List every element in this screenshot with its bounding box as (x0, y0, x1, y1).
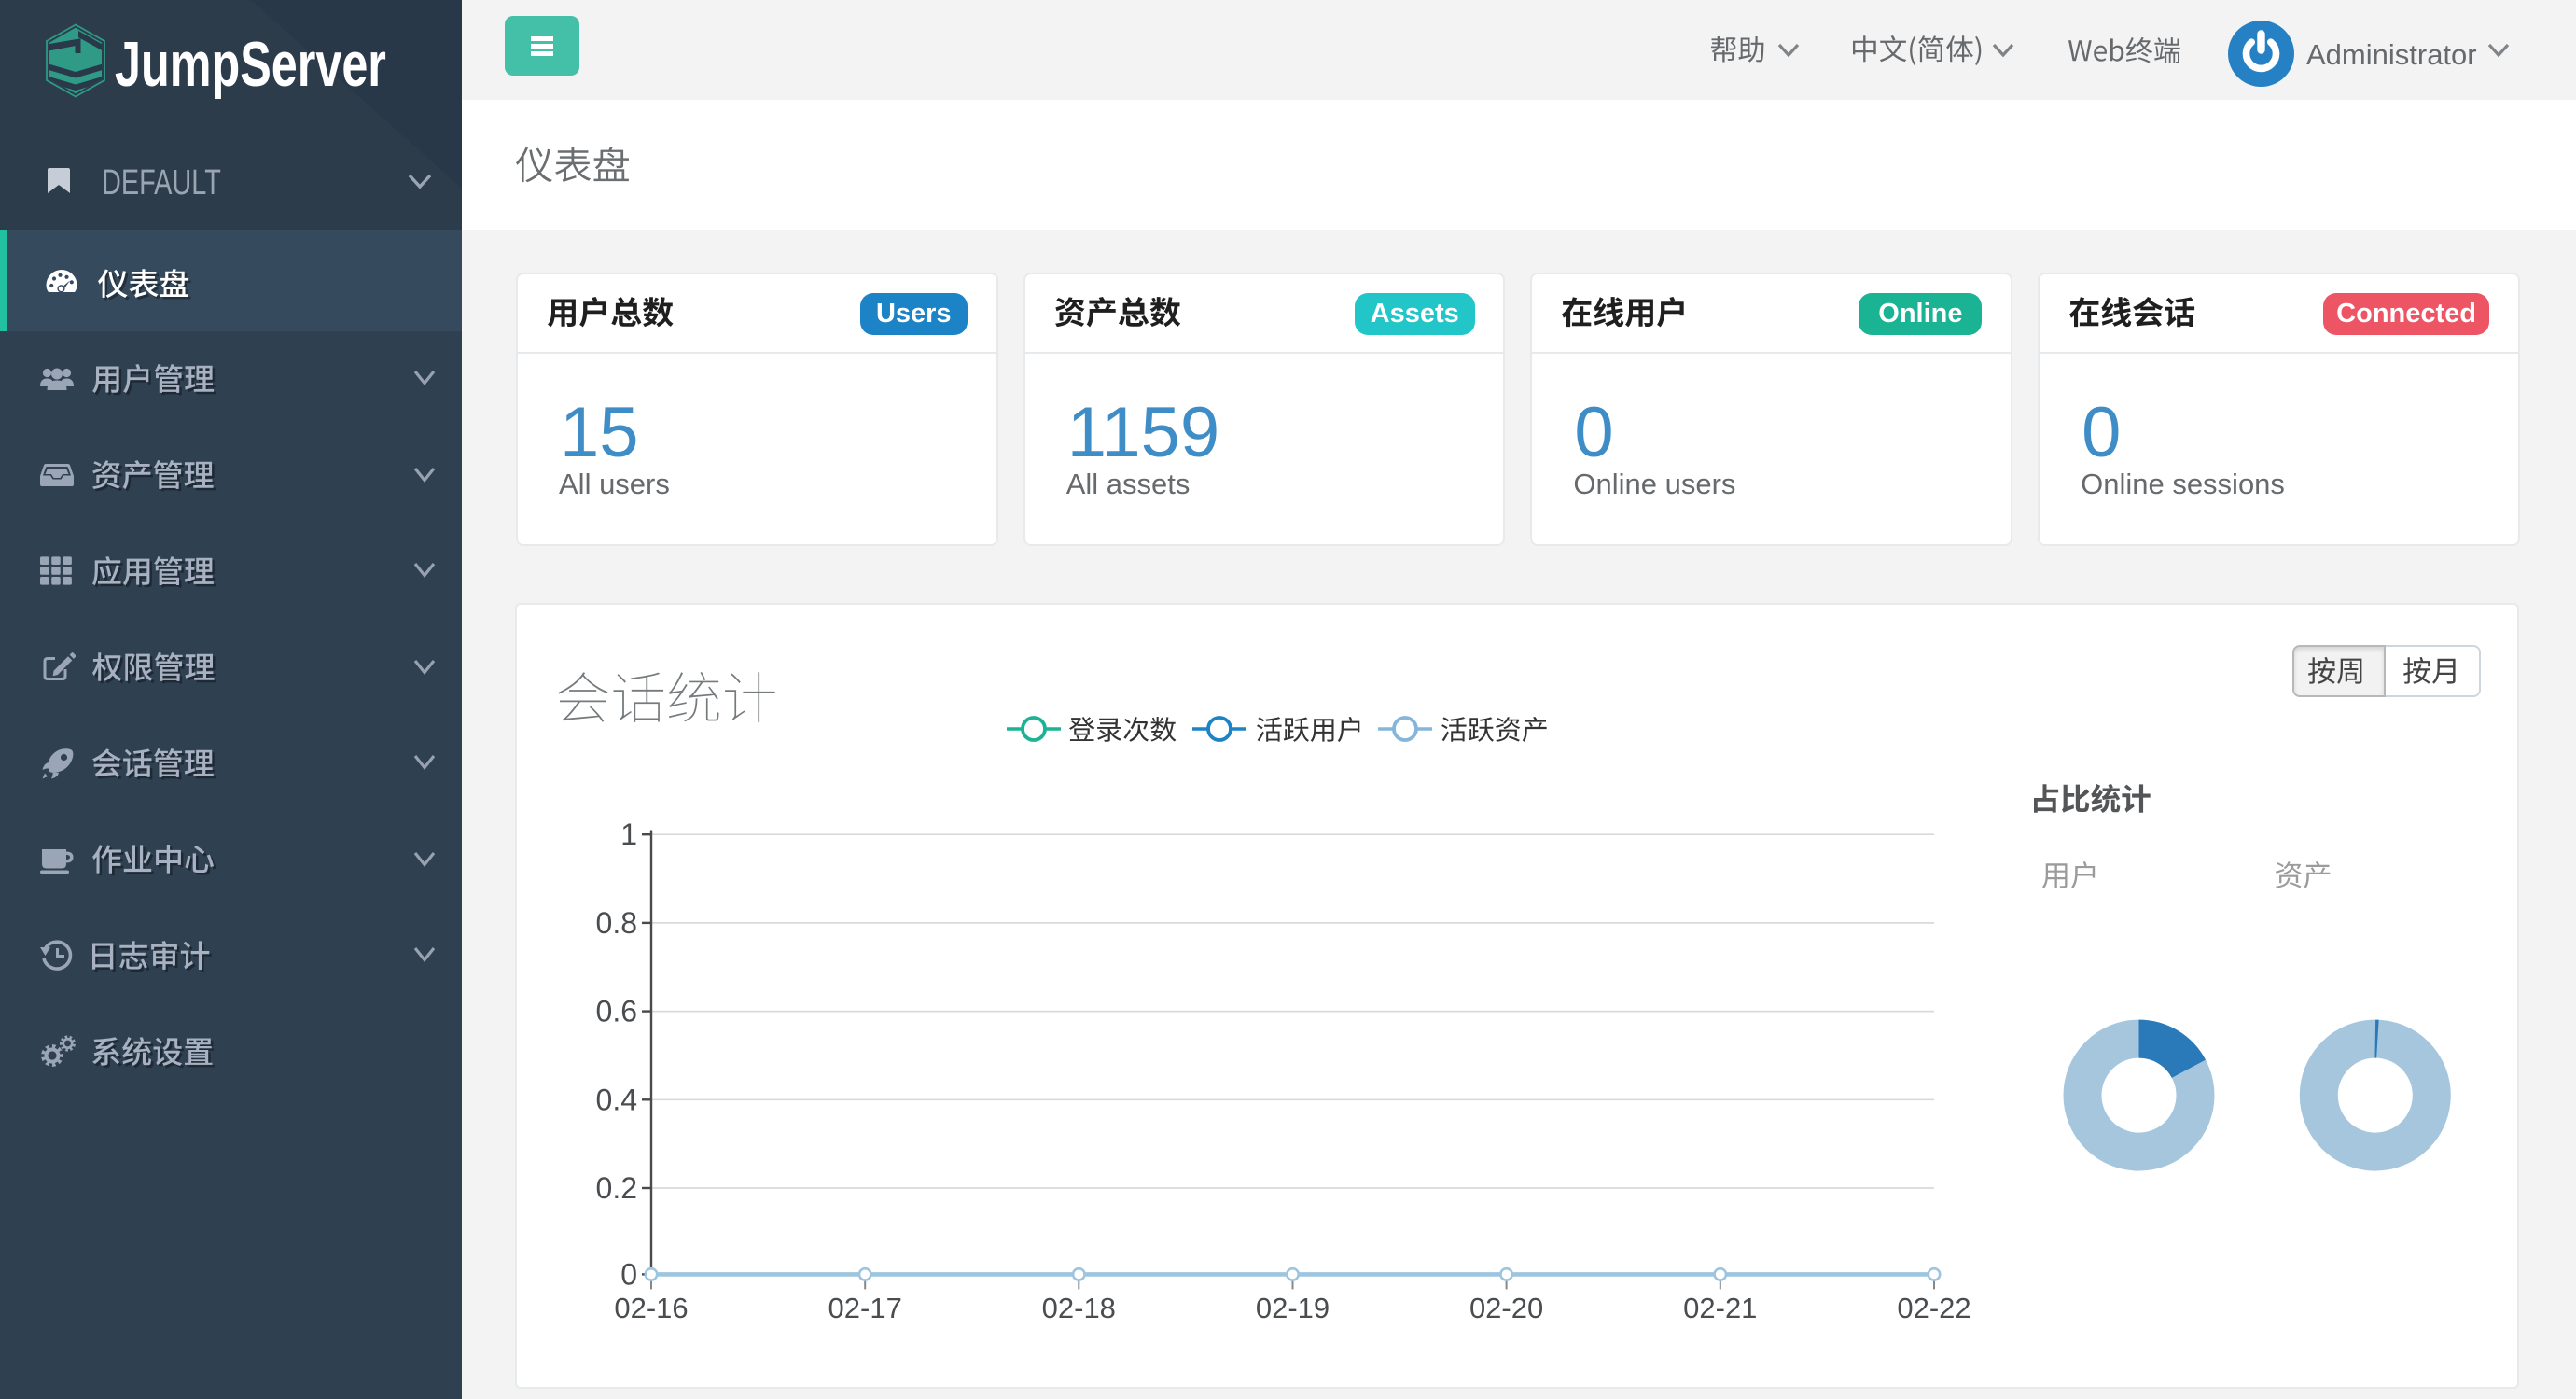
svg-text:0.8: 0.8 (596, 906, 637, 940)
svg-text:02-19: 02-19 (1256, 1292, 1330, 1324)
svg-text:02-21: 02-21 (1683, 1292, 1757, 1324)
svg-text:02-16: 02-16 (614, 1292, 688, 1324)
svg-text:1: 1 (620, 818, 637, 851)
svg-text:02-17: 02-17 (828, 1292, 902, 1324)
svg-text:02-22: 02-22 (1897, 1292, 1970, 1324)
svg-text:0.4: 0.4 (596, 1083, 637, 1116)
svg-text:02-20: 02-20 (1469, 1292, 1543, 1324)
svg-text:0.2: 0.2 (596, 1171, 637, 1205)
svg-text:0: 0 (620, 1257, 637, 1291)
svg-text:0.6: 0.6 (596, 995, 637, 1028)
svg-text:02-18: 02-18 (1042, 1292, 1116, 1324)
